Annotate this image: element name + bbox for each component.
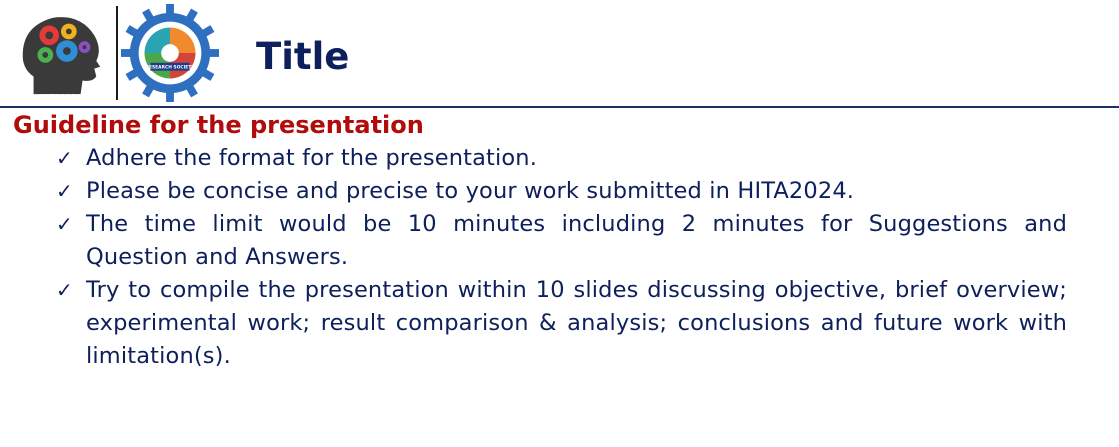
bullet-text: Please be concise and precise to your wo… [86, 178, 855, 204]
hita-head-logo: HITA2024 [22, 17, 101, 102]
checkmark-icon: ✓ [56, 278, 73, 302]
checkmark-icon: ✓ [56, 179, 73, 203]
section-heading: Guideline for the presentation [13, 111, 424, 139]
list-item: ✓ Please be concise and precise to your … [56, 175, 1067, 208]
guideline-list: ✓ Adhere the format for the presentation… [56, 142, 1067, 373]
bullet-text: The time limit would be 10 minutes inclu… [86, 211, 1067, 270]
list-item: ✓ Adhere the format for the presentation… [56, 142, 1067, 175]
slide-title: Title [256, 35, 350, 78]
list-item: ✓ Try to compile the presentation within… [56, 274, 1067, 373]
slide-header: HITA2024 RESEARCH SOCIETY Title [0, 0, 1119, 106]
list-item: ✓ The time limit would be 10 minutes inc… [56, 208, 1067, 274]
hita-logo-text: HITA2024 [40, 93, 83, 102]
bullet-text: Try to compile the presentation within 1… [86, 277, 1067, 369]
checkmark-icon: ✓ [56, 146, 73, 170]
bullet-text: Adhere the format for the presentation. [86, 145, 538, 171]
research-society-logo: RESEARCH SOCIETY [121, 4, 219, 102]
checkmark-icon: ✓ [56, 212, 73, 236]
logo-banner-text: RESEARCH SOCIETY [146, 65, 196, 71]
logo-divider [116, 6, 118, 100]
